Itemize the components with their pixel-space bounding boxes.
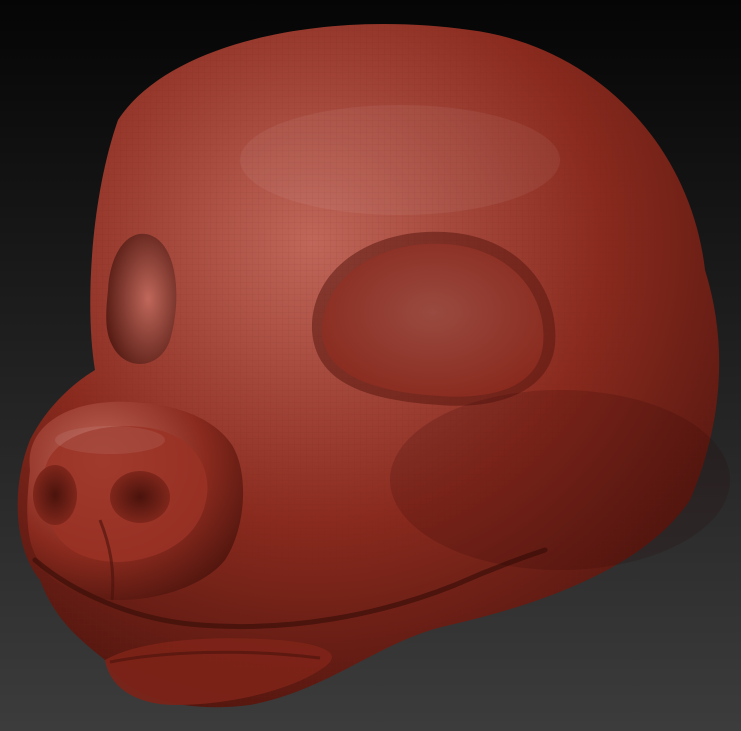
right-nostril bbox=[110, 471, 170, 523]
sculpt-render[interactable] bbox=[0, 0, 741, 731]
nose-highlight bbox=[55, 426, 165, 454]
viewport-3d[interactable] bbox=[0, 0, 741, 731]
cheek-shadow bbox=[390, 390, 730, 570]
brow-highlight bbox=[240, 105, 560, 215]
left-nostril bbox=[33, 465, 77, 525]
